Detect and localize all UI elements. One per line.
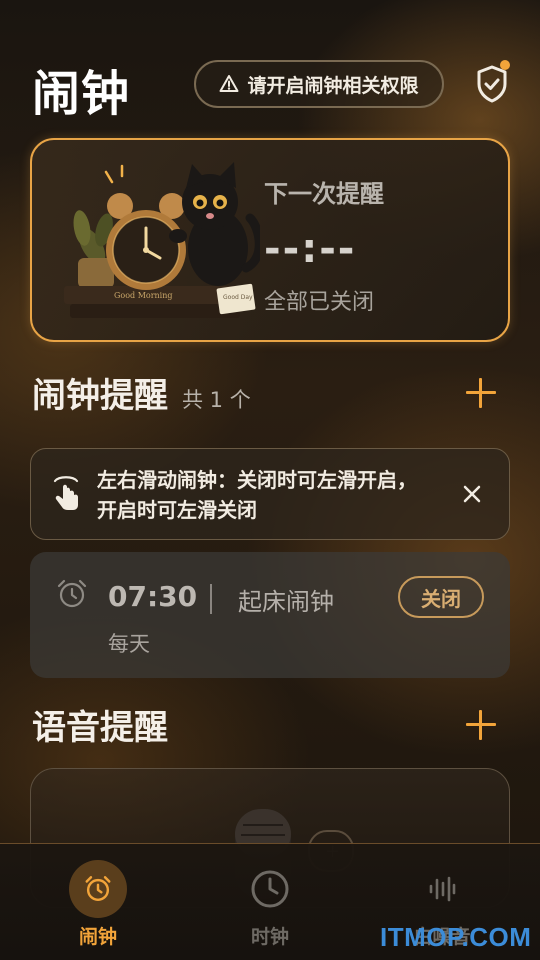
- shield-button[interactable]: [472, 60, 512, 106]
- tab-icon-wrap: [413, 860, 471, 918]
- alarm-clock-icon: [57, 579, 87, 608]
- sound-wave-icon: [429, 876, 456, 902]
- add-voice-reminder-button[interactable]: [466, 710, 496, 740]
- alarm-section-title: 闹钟提醒: [32, 376, 168, 416]
- clock-icon: [251, 870, 289, 908]
- tab-icon-wrap: [241, 860, 299, 918]
- alarm-section-header: 闹钟提醒 共 1 个: [32, 368, 251, 418]
- permission-warning-button[interactable]: 请开启闹钟相关权限: [194, 60, 444, 108]
- alarm-time: 07:30: [108, 580, 198, 613]
- close-icon[interactable]: [461, 483, 483, 505]
- tab-clock-label: 时钟: [250, 926, 289, 948]
- swipe-hand-icon: [53, 476, 79, 510]
- next-reminder-label: 下一次提醒: [264, 180, 384, 208]
- alarm-list-item[interactable]: 07:30 起床闹钟 每天 关闭: [30, 552, 510, 678]
- alarm-name: 起床闹钟: [238, 588, 334, 616]
- warning-icon: [219, 75, 239, 92]
- tab-alarm[interactable]: 闹钟: [38, 860, 158, 956]
- next-reminder-time: --:--: [264, 226, 357, 272]
- permission-warning-label: 请开启闹钟相关权限: [247, 74, 419, 97]
- book-title-text: Good Morning: [114, 291, 173, 300]
- alarm-repeat: 每天: [108, 632, 150, 656]
- watermark: ITMOP.COM: [380, 922, 532, 952]
- swipe-tip-text: 左右滑动闹钟：关闭时可左滑开启，开启时可左滑关闭: [97, 468, 417, 522]
- voice-section-header: 语音提醒: [32, 700, 168, 750]
- swipe-tip-banner: 左右滑动闹钟：关闭时可左滑开启，开启时可左滑关闭: [30, 448, 510, 540]
- next-reminder-status: 全部已关闭: [264, 290, 375, 315]
- header: 闹钟 请开启闹钟相关权限: [32, 54, 512, 122]
- divider: [210, 584, 212, 614]
- voice-section-title: 语音提醒: [32, 708, 168, 748]
- cat-alarm-clock-illustration: Good Morning Good Day: [64, 162, 260, 318]
- tab-clock[interactable]: 时钟: [210, 860, 330, 956]
- alarm-count: 共 1 个: [182, 388, 251, 412]
- tab-alarm-label: 闹钟: [78, 926, 117, 948]
- tab-icon-wrap: [69, 860, 127, 918]
- note-text: Good Day: [223, 294, 253, 301]
- alarm-toggle-button[interactable]: 关闭: [398, 576, 484, 618]
- page-title: 闹钟: [32, 66, 131, 122]
- add-alarm-button[interactable]: [466, 378, 496, 408]
- notification-dot: [500, 60, 510, 70]
- next-reminder-card[interactable]: Good Morning Good Day 下一次提醒 --:-- 全部已关闭: [30, 138, 510, 342]
- alarm-clock-icon: [85, 876, 111, 901]
